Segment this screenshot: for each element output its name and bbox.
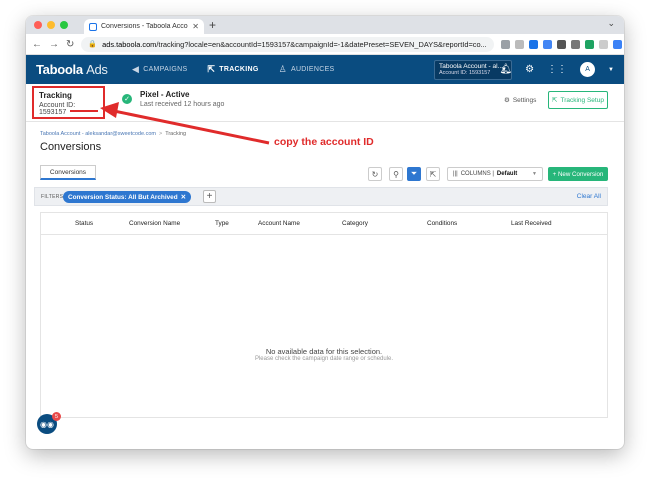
lock-icon[interactable]: 🔒 [88, 40, 97, 48]
tracking-setup-button[interactable]: ⇱ Tracking Setup [548, 91, 608, 109]
filters-label: FILTERS [41, 194, 64, 200]
annotation-underline [70, 110, 98, 112]
taboola-logo[interactable]: Taboola Ads [36, 62, 132, 77]
pixel-header: Tracking Account ID: 1593157 ✓ Pixel - A… [26, 84, 624, 122]
table-header: Status Conversion Name Type Account Name… [41, 213, 607, 235]
app-top-nav: Taboola Ads ◀ CAMPAIGNS ⇱ TRACKING ♙ AUD… [26, 55, 624, 84]
new-conversion-button[interactable]: + New Conversion [548, 167, 608, 181]
close-tab-icon[interactable]: ✕ [192, 22, 199, 31]
extensions-bar [500, 39, 624, 49]
check-circle-icon: ✓ [122, 94, 132, 104]
megaphone-icon: ◀ [132, 64, 140, 74]
new-tab-button[interactable]: + [209, 18, 216, 32]
columns-select[interactable]: ||| COLUMNS | Default ▼ [447, 167, 543, 181]
empty-state-title: No available data for this selection. [265, 347, 383, 356]
filter-button[interactable]: ⏷ [407, 167, 421, 181]
grammarly-icon[interactable] [584, 39, 594, 49]
tab-strip: Conversions - Taboola Accoun ✕ + ⌄ [26, 16, 624, 34]
address-bar-row: ← → ↻ 🔒 ads.taboola.com/tracking?locale=… [26, 34, 624, 55]
gear-icon[interactable]: ⚙ [525, 64, 534, 75]
extension-icon[interactable] [528, 39, 538, 49]
pixel-status: Pixel - Active [140, 90, 190, 99]
address-input[interactable]: 🔒 ads.taboola.com/tracking?locale=en&acc… [81, 36, 494, 52]
reload-icon[interactable]: ↻ [66, 39, 74, 50]
browser-window: Conversions - Taboola Accoun ✕ + ⌄ ← → ↻… [26, 16, 624, 449]
browser-tab[interactable]: Conversions - Taboola Accoun ✕ [84, 19, 204, 34]
extension-icon[interactable] [556, 39, 566, 49]
share-icon[interactable] [500, 39, 510, 49]
filter-chip[interactable]: Conversion Status: All But Archived ✕ [63, 191, 191, 203]
caret-down-icon[interactable]: ▼ [608, 67, 614, 73]
top-right-icons: 🔔︎ ⚙ ⋮⋮ A ▼ [499, 62, 614, 77]
user-avatar[interactable]: A [580, 62, 596, 77]
columns-icon: ||| [453, 171, 458, 177]
page-title: Conversions [40, 141, 102, 153]
nav-audiences[interactable]: ♙ AUDIENCES [279, 55, 335, 84]
bell-icon[interactable]: 🔔︎ [499, 64, 512, 75]
caret-down-icon: ▼ [532, 171, 537, 177]
account-id-text: Account ID: 1593157 [39, 102, 76, 116]
tab-title: Conversions - Taboola Accoun [101, 23, 189, 30]
column-header-conditions[interactable]: Conditions [427, 220, 457, 227]
url-text: ads.taboola.com/tracking?locale=en&accou… [102, 39, 487, 49]
extension-icon[interactable] [542, 39, 552, 49]
filters-bar: FILTERS Conversion Status: All But Archi… [34, 187, 608, 206]
annotation-text: copy the account ID [274, 136, 374, 148]
window-controls [34, 21, 68, 29]
column-header-status[interactable]: Status [75, 220, 93, 227]
forward-icon[interactable]: → [49, 39, 59, 50]
maximize-window-button[interactable] [60, 21, 68, 29]
column-header-category[interactable]: Category [342, 220, 368, 227]
refresh-button[interactable]: ↻ [368, 167, 382, 181]
extension-icon[interactable] [598, 39, 608, 49]
empty-state-subtitle: Please check the campaign date range or … [254, 356, 394, 362]
conversions-table: Status Conversion Name Type Account Name… [40, 212, 608, 418]
bookmark-star-icon[interactable] [514, 39, 524, 49]
tab-conversions[interactable]: Conversions [40, 165, 96, 180]
breadcrumb-current: Tracking [165, 131, 187, 137]
extension-icon[interactable] [612, 39, 622, 49]
tab-search-icon[interactable]: ⌄ [607, 18, 615, 29]
extension-icon[interactable] [570, 39, 580, 49]
breadcrumb-account-link[interactable]: Taboola Account - aleksandar@sweetcode.c… [40, 131, 156, 137]
nav-campaigns[interactable]: ◀ CAMPAIGNS [132, 55, 187, 84]
person-icon: ♙ [278, 64, 287, 74]
back-icon[interactable]: ← [32, 39, 42, 50]
breadcrumb: Taboola Account - aleksandar@sweetcode.c… [40, 131, 187, 137]
apps-grid-icon[interactable]: ⋮⋮ [547, 64, 567, 75]
tracking-icon: ⇱ [207, 64, 216, 74]
column-header-conversion-name[interactable]: Conversion Name [129, 220, 180, 227]
close-icon[interactable]: ✕ [181, 193, 186, 201]
nav-tracking[interactable]: ⇱ TRACKING [207, 55, 258, 84]
tracking-account-box: Tracking Account ID: 1593157 [32, 86, 105, 119]
tracking-icon: ⇱ [552, 97, 558, 104]
search-button[interactable]: ⚲ [389, 167, 403, 181]
minimize-window-button[interactable] [47, 21, 55, 29]
clear-all-link[interactable]: Clear All [577, 193, 601, 200]
close-window-button[interactable] [34, 21, 42, 29]
export-button[interactable]: ⇱ [426, 167, 440, 181]
column-header-account-name[interactable]: Account Name [258, 220, 300, 227]
chat-notification-badge: 5 [52, 412, 61, 421]
add-filter-button[interactable]: + [203, 190, 216, 203]
pixel-last-received: Last received 12 hours ago [140, 101, 225, 108]
column-header-type[interactable]: Type [215, 220, 229, 227]
settings-button[interactable]: ⚙ Settings [504, 96, 536, 105]
tracking-title: Tracking [39, 91, 72, 100]
gear-icon: ⚙ [504, 97, 510, 104]
taboola-favicon-icon [89, 22, 97, 31]
column-header-last-received[interactable]: Last Received [511, 220, 552, 227]
